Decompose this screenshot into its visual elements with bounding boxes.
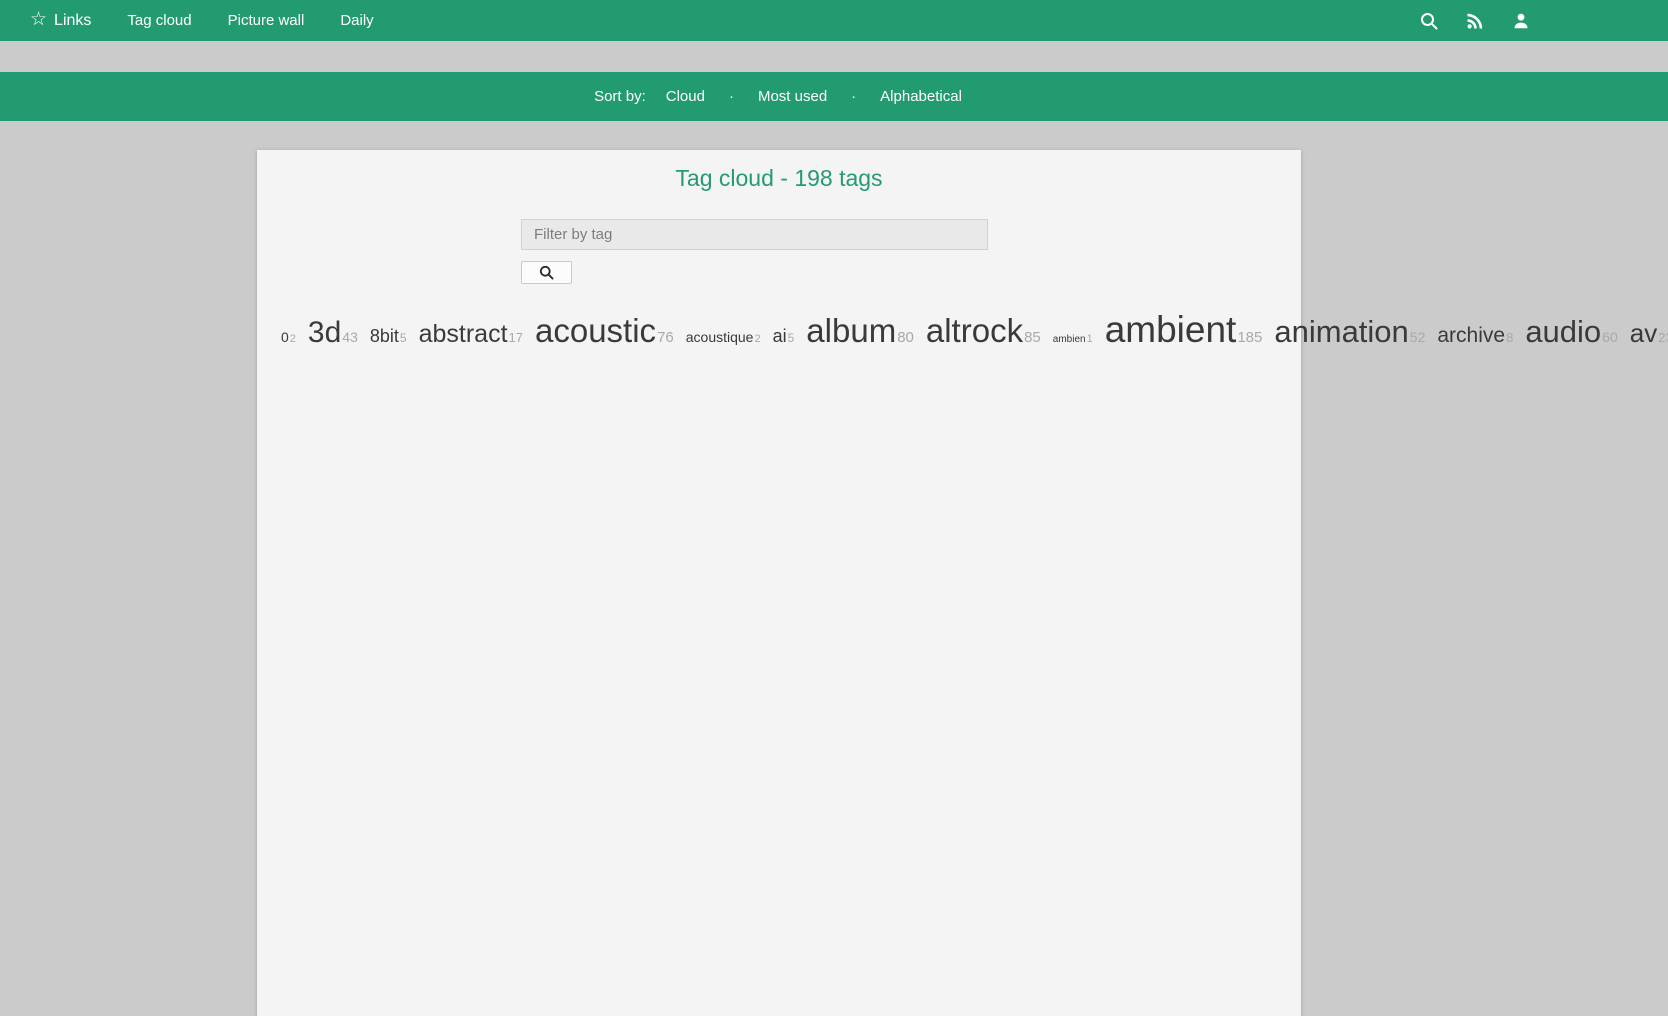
tag-link[interactable]: altrock85 <box>926 312 1041 349</box>
tag-label: animation <box>1274 314 1408 349</box>
search-icon[interactable] <box>1406 0 1452 41</box>
sort-option-alphabetical[interactable]: Alphabetical <box>878 88 964 105</box>
tag-link[interactable]: album80 <box>806 312 914 349</box>
filter-by-tag-input[interactable] <box>521 219 988 250</box>
tag-count: 5 <box>400 331 407 345</box>
tag-link[interactable]: abstract17 <box>419 320 523 348</box>
gap-strip-top <box>0 41 1668 72</box>
tag-cloud: 023d438bit5abstract17acoustic76acoustiqu… <box>275 300 1283 354</box>
tag-label: altrock <box>926 312 1023 349</box>
tag-count: 185 <box>1237 329 1262 346</box>
tag-label: audio <box>1525 314 1601 349</box>
tag-count: 2 <box>754 333 760 345</box>
tag-link[interactable]: av23 <box>1630 318 1668 348</box>
filter-search-button[interactable] <box>521 261 572 284</box>
tag-label: ambient <box>1105 309 1237 350</box>
tag-count: 17 <box>509 330 523 345</box>
tag-label: acoustic <box>535 312 656 349</box>
tag-count: 23 <box>1658 330 1668 345</box>
tag-label: album <box>806 312 896 349</box>
brand-links[interactable]: ☆ Links <box>14 0 109 41</box>
tag-count: 52 <box>1410 329 1426 345</box>
tag-count: 76 <box>657 329 674 346</box>
tag-label: acoustique <box>686 329 754 345</box>
tag-label: av <box>1630 318 1657 348</box>
tag-cloud-card: Tag cloud - 198 tags 023d438bit5abstract… <box>257 150 1301 1016</box>
nav-item-daily[interactable]: Daily <box>322 0 391 41</box>
page-title: Tag cloud - 198 tags <box>257 150 1301 192</box>
nav-item-picture-wall[interactable]: Picture wall <box>210 0 323 41</box>
tag-label: 8bit <box>370 326 399 346</box>
filter-block <box>521 219 988 284</box>
brand-label: Links <box>54 12 91 30</box>
sort-separator: · <box>729 88 734 105</box>
sort-by-label: Sort by: <box>594 88 646 105</box>
tag-label: 3d <box>308 316 341 349</box>
sort-bar: Sort by: Cloud · Most used · Alphabetica… <box>0 72 1668 121</box>
tag-link[interactable]: 8bit5 <box>370 326 407 346</box>
tag-link[interactable]: audio60 <box>1525 314 1617 349</box>
tag-count: 80 <box>897 329 914 346</box>
sort-option-cloud[interactable]: Cloud <box>664 88 707 105</box>
tag-label: archive <box>1437 324 1505 347</box>
tag-link[interactable]: ambien1 <box>1053 334 1093 345</box>
tag-link[interactable]: 3d43 <box>308 316 358 349</box>
tag-label: ambien <box>1053 334 1086 345</box>
rss-icon[interactable] <box>1452 0 1498 41</box>
top-navbar: ☆ Links Tag cloud Picture wall Daily <box>0 0 1668 41</box>
tag-count: 43 <box>342 329 358 345</box>
tag-count: 5 <box>788 331 795 345</box>
tag-label: ai <box>773 326 787 346</box>
tag-label: 0 <box>281 329 289 345</box>
tag-link[interactable]: archive8 <box>1437 324 1513 347</box>
tag-label: abstract <box>419 320 508 348</box>
star-icon: ☆ <box>30 10 47 29</box>
tag-count: 8 <box>1506 330 1513 345</box>
tag-link[interactable]: ai5 <box>773 326 795 346</box>
tag-link[interactable]: animation52 <box>1274 314 1425 349</box>
nav-item-tag-cloud[interactable]: Tag cloud <box>109 0 209 41</box>
tag-link[interactable]: 02 <box>281 329 296 345</box>
tag-count: 85 <box>1024 329 1041 346</box>
sort-separator: · <box>851 88 856 105</box>
tag-count: 2 <box>290 333 296 345</box>
tag-link[interactable]: acoustic76 <box>535 312 674 349</box>
tag-link[interactable]: ambient185 <box>1105 309 1263 350</box>
tag-count: 1 <box>1087 333 1093 345</box>
sort-option-most-used[interactable]: Most used <box>756 88 829 105</box>
user-icon[interactable] <box>1498 0 1544 41</box>
tag-link[interactable]: acoustique2 <box>686 329 761 345</box>
tag-count: 60 <box>1602 329 1618 345</box>
